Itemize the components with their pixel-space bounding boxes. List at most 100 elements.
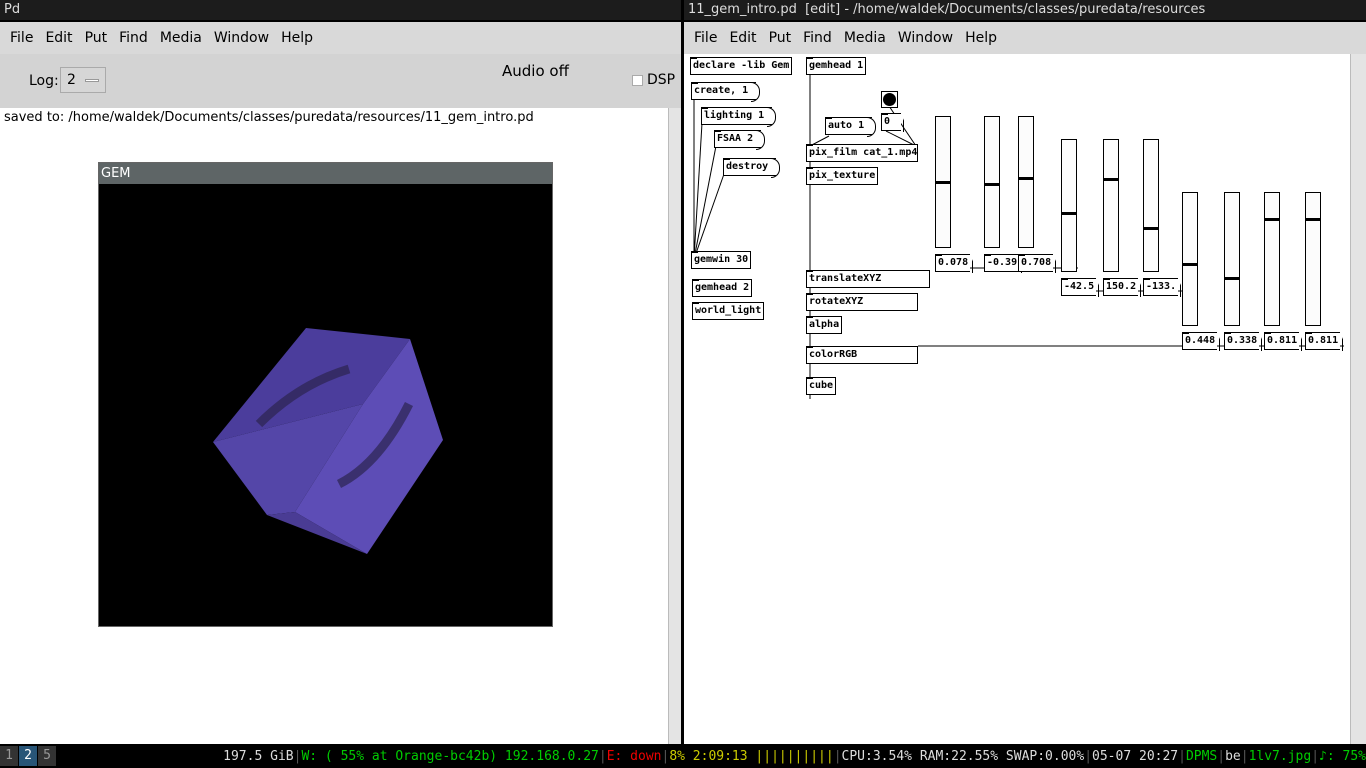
menu-media[interactable]: Media — [154, 30, 208, 46]
slider-knob[interactable] — [936, 180, 950, 184]
vslider[interactable] — [1143, 139, 1159, 272]
object-cube[interactable]: cube — [806, 377, 837, 395]
patch-cords — [693, 72, 1344, 399]
gem-render-cube — [213, 328, 443, 554]
ethernet-status: E: down — [606, 748, 662, 764]
battery-bars: |||||||||| — [755, 748, 834, 764]
cpu-usage: CPU:3.54% — [841, 748, 912, 764]
slider-knob[interactable] — [1306, 217, 1320, 221]
workspace-5[interactable]: 5 — [38, 746, 56, 766]
number-box[interactable]: 0.708 — [1018, 254, 1054, 272]
console-scrollbar[interactable] — [668, 108, 681, 744]
number-box[interactable]: -133. — [1143, 278, 1179, 296]
menu-help[interactable]: Help — [959, 30, 1003, 46]
window-title: Pd — [0, 0, 681, 20]
number-box[interactable]: 150.2 — [1103, 278, 1139, 296]
vslider[interactable] — [1018, 116, 1034, 248]
swap-usage: SWAP:0.00% — [1005, 748, 1085, 764]
window-title: 11_gem_intro.pd [edit] - /home/waldek/Do… — [684, 0, 1366, 20]
menu-put[interactable]: Put — [763, 30, 798, 46]
patch-scrollbar[interactable] — [1350, 54, 1366, 744]
menu-help[interactable]: Help — [275, 30, 319, 46]
control-panel: Log: 2 Audio off DSP — [0, 54, 681, 108]
slider-knob[interactable] — [1225, 276, 1239, 280]
log-level-select[interactable]: 2 — [60, 67, 106, 93]
vslider[interactable] — [1061, 139, 1077, 272]
number-box[interactable]: 0.338 — [1224, 332, 1260, 350]
slider-knob[interactable] — [1183, 262, 1197, 266]
disk-usage: 197.5 GiB — [223, 748, 294, 764]
bang-button[interactable] — [881, 91, 898, 108]
message-auto[interactable]: auto 1 — [825, 117, 877, 137]
object-rotatexyz[interactable]: rotateXYZ — [806, 293, 918, 311]
menubar: File Edit Put Find Media Window Help — [0, 22, 681, 54]
workspace-1[interactable]: 1 — [0, 746, 18, 766]
menu-put[interactable]: Put — [79, 30, 114, 46]
vslider[interactable] — [1305, 192, 1321, 326]
console-line: saved to: /home/waldek/Documents/classes… — [4, 110, 534, 125]
object-pix-film[interactable]: pix_film cat_1.mp4 — [806, 144, 918, 162]
slider-knob[interactable] — [1265, 217, 1279, 221]
menu-edit[interactable]: Edit — [723, 30, 762, 46]
message-lighting[interactable]: lighting 1 — [701, 107, 777, 127]
menu-media[interactable]: Media — [838, 30, 892, 46]
menu-find[interactable]: Find — [797, 30, 838, 46]
slider-knob[interactable] — [1104, 178, 1118, 182]
gem-title: GEM — [99, 163, 552, 184]
number-box-frame[interactable]: 0 — [881, 113, 901, 131]
object-gemwin[interactable]: gemwin 30 — [691, 251, 752, 269]
audio-status: Audio off — [502, 62, 569, 80]
datetime: 05-07 20:27 — [1092, 748, 1179, 764]
object-pix-texture[interactable]: pix_texture — [806, 167, 879, 185]
number-box[interactable]: -0.39 — [984, 254, 1020, 272]
workspace-2-active[interactable]: 2 — [19, 746, 37, 766]
dropdown-icon — [85, 79, 99, 82]
slider-knob[interactable] — [1144, 227, 1158, 231]
number-box[interactable]: 0.078 — [935, 254, 971, 272]
menu-window[interactable]: Window — [892, 30, 959, 46]
dsp-checkbox[interactable] — [632, 75, 643, 86]
menu-window[interactable]: Window — [208, 30, 275, 46]
number-box[interactable]: -42.5 — [1061, 278, 1097, 296]
status-bar: 1 2 5 197.5 GiB | W: ( 55% at Orange-bc42… — [0, 744, 1366, 768]
log-level-value: 2 — [67, 72, 76, 88]
object-gemhead-1[interactable]: gemhead 1 — [806, 57, 867, 75]
battery-status: 8% 2:09:13 — [669, 748, 748, 764]
message-destroy[interactable]: destroy — [723, 158, 781, 178]
patch-canvas[interactable]: declare -lib Gem create, 1 lighting 1 FS… — [684, 54, 1366, 744]
slider-knob[interactable] — [1019, 176, 1033, 180]
object-declare[interactable]: declare -lib Gem — [690, 57, 793, 75]
wallpaper: 1lv7.jpg — [1248, 748, 1312, 764]
object-world-light[interactable]: world_light — [692, 302, 765, 320]
vslider[interactable] — [1103, 139, 1119, 272]
menu-edit[interactable]: Edit — [39, 30, 78, 46]
object-gemhead-2[interactable]: gemhead 2 — [692, 279, 753, 297]
dsp-label: DSP — [647, 72, 676, 88]
object-translatexyz[interactable]: translateXYZ — [806, 270, 930, 288]
gem-window: GEM — [98, 162, 553, 627]
message-fsaa[interactable]: FSAA 2 — [714, 130, 766, 150]
slider-knob[interactable] — [985, 183, 999, 187]
ram-usage: RAM:22.55% — [919, 748, 999, 764]
menu-file[interactable]: File — [688, 30, 723, 46]
vslider[interactable] — [984, 116, 1000, 248]
number-box[interactable]: 0.448 — [1182, 332, 1218, 350]
object-alpha[interactable]: alpha — [806, 316, 843, 334]
volume: ♪: 75% — [1319, 748, 1366, 764]
menu-file[interactable]: File — [4, 30, 39, 46]
number-box[interactable]: 0.811 — [1264, 332, 1300, 350]
number-box[interactable]: 0.811 — [1305, 332, 1341, 350]
menu-find[interactable]: Find — [113, 30, 154, 46]
slider-knob[interactable] — [1062, 211, 1076, 215]
menubar: File Edit Put Find Media Window Help — [684, 22, 1366, 54]
message-create[interactable]: create, 1 — [691, 82, 761, 102]
vslider[interactable] — [1182, 192, 1198, 326]
wifi-status: W: ( 55% at Orange-bc42b) 192.168.0.27 — [301, 748, 599, 764]
object-colorrgb[interactable]: colorRGB — [806, 346, 918, 364]
pd-main-window: Pd File Edit Put Find Media Window Help … — [0, 0, 681, 744]
bang-icon — [883, 93, 896, 106]
vslider[interactable] — [935, 116, 951, 248]
keyboard-layout: be — [1225, 748, 1241, 764]
vslider[interactable] — [1264, 192, 1280, 326]
vslider[interactable] — [1224, 192, 1240, 326]
